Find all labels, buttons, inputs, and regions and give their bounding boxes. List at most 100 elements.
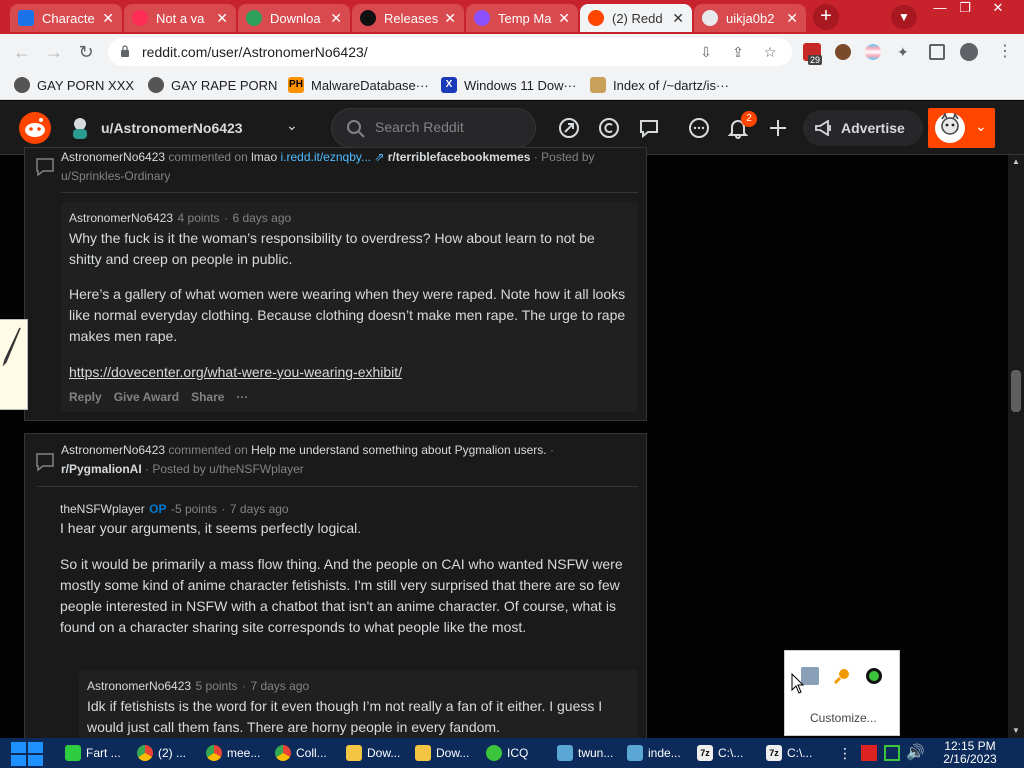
flag-tray-icon[interactable] [861, 745, 877, 761]
comment-card-1: AstronomerNo6423 commented on lmao i.red… [24, 147, 647, 421]
tab-characte[interactable]: Characte ✕ [10, 4, 122, 32]
share-button[interactable]: Share [191, 390, 224, 404]
taskbar-item-10[interactable]: 7z C:\... [697, 741, 763, 765]
chat-icon[interactable] [688, 117, 710, 139]
give-award-button[interactable]: Give Award [114, 390, 179, 404]
menu-kebab-icon[interactable]: ⋮ [997, 43, 1013, 61]
taskbar-item-3[interactable]: mee... [206, 741, 272, 765]
comment-link[interactable]: https://dovecenter.org/what-were-you-wea… [69, 362, 402, 383]
page-scrollbar[interactable]: ▲ ▼ [1008, 155, 1024, 738]
bookmark-1[interactable]: GAY PORN XXX [14, 77, 134, 93]
folder-icon [415, 745, 431, 761]
url-box[interactable]: reddit.com/user/AstronomerNo6423/ ⇩ ⇪ ☆ [108, 38, 792, 66]
close-icon[interactable]: ✕ [672, 10, 684, 27]
taskbar-item-7[interactable]: ICQ [486, 741, 552, 765]
tab-downloa[interactable]: Downloa ✕ [238, 4, 350, 32]
tab-search-button[interactable]: ▼ [891, 5, 917, 29]
comment-paragraph: Idk if fetishists is the word for it eve… [87, 698, 603, 735]
comment-paragraph: I hear your arguments, it seems perfectl… [60, 520, 362, 536]
taskbar-item-8[interactable]: twun... [557, 741, 623, 765]
taskbar-item-5[interactable]: Dow... [346, 741, 412, 765]
taskbar-item-11[interactable]: 7z C:\... [766, 741, 832, 765]
close-icon[interactable]: ✕ [216, 10, 228, 27]
chrome-icon [206, 745, 222, 761]
tab-releases[interactable]: Releases ✕ [352, 4, 464, 32]
bookmark-2[interactable]: GAY RAPE PORN [148, 77, 277, 93]
close-icon[interactable]: ✕ [330, 10, 342, 27]
tab-reddit[interactable]: (2) Redd ✕ [580, 4, 692, 32]
chevron-down-icon[interactable]: ⌄ [286, 117, 302, 137]
reddit-logo-icon[interactable] [19, 112, 51, 144]
close-icon[interactable]: ✕ [786, 10, 798, 27]
more-options-icon[interactable]: ··· [236, 390, 248, 404]
scroll-up-icon[interactable]: ▲ [1011, 157, 1021, 167]
bookmark-5[interactable]: Index of /~dartz/is··· [590, 77, 729, 93]
bookmark-icon [148, 77, 164, 93]
forward-icon[interactable]: → [44, 42, 64, 62]
tab-temp-ma[interactable]: Temp Ma ✕ [466, 4, 578, 32]
post-external-link[interactable]: i.redd.it/eznqby... [281, 150, 372, 164]
user-menu-button[interactable]: ⌄ [928, 108, 995, 148]
key-tray-icon[interactable] [833, 667, 851, 685]
taskbar-item-9[interactable]: inde... [627, 741, 693, 765]
bookmark-star-icon[interactable]: ☆ [762, 44, 778, 60]
posted-by-user[interactable]: u/Sprinkles-Ordinary [61, 169, 170, 183]
taskbar-item-6[interactable]: Dow... [415, 741, 481, 765]
url-text: reddit.com/user/AstronomerNo6423/ [142, 44, 368, 60]
community-dropdown-label[interactable]: u/AstronomerNo6423 [101, 120, 243, 136]
search-input[interactable] [375, 119, 525, 135]
extension-icon[interactable]: 29 [803, 43, 823, 65]
advertise-button[interactable]: Advertise [803, 110, 923, 146]
7zip-icon: 7z [766, 745, 782, 761]
windows-start-icon[interactable] [9, 741, 45, 767]
icq-tray-icon[interactable] [865, 667, 883, 685]
bookmark-icon [14, 77, 30, 93]
new-tab-button[interactable]: + [813, 4, 839, 30]
search-box[interactable] [331, 108, 536, 148]
extension-flag-icon[interactable] [865, 44, 881, 60]
restore-icon[interactable]: ❐ [950, 0, 980, 18]
search-icon [347, 120, 365, 138]
extension-avatar-icon[interactable] [835, 44, 851, 60]
globe-icon [246, 10, 262, 26]
comment-icon [36, 453, 54, 472]
comment-reply: AstronomerNo6423 4 points · 6 days ago W… [61, 202, 638, 412]
coins-icon[interactable] [598, 117, 620, 139]
puzzle-icon[interactable]: ✦ [897, 44, 913, 60]
divider [37, 486, 638, 487]
reload-icon[interactable]: ↻ [76, 42, 96, 62]
tab-uikja0b2[interactable]: uikja0b2 ✕ [694, 4, 806, 32]
notepad-window-edge[interactable] [0, 319, 28, 410]
taskbar-clock[interactable]: 12:15 PM 2/16/2023 [935, 740, 1005, 766]
taskbar-item-1[interactable]: Fart ... [65, 741, 131, 765]
scroll-down-icon[interactable]: ▼ [1011, 726, 1021, 736]
avatar [935, 112, 965, 143]
tray-overflow-icon[interactable]: ⋮ [838, 745, 852, 762]
reply-meta: theNSFWplayer OP -5 points · 7 days ago [60, 502, 289, 516]
profile-icon[interactable] [960, 43, 978, 61]
popular-icon[interactable] [558, 117, 580, 139]
close-window-icon[interactable]: ✕ [983, 0, 1013, 18]
close-icon[interactable]: ✕ [102, 10, 114, 27]
install-icon[interactable]: ⇩ [698, 44, 714, 60]
plus-icon[interactable] [767, 117, 789, 139]
bookmark-3[interactable]: PH MalwareDatabase··· [288, 77, 429, 93]
volume-icon[interactable]: 🔊 [906, 743, 925, 761]
megaphone-icon [815, 120, 831, 136]
bookmark-4[interactable]: X Windows 11 Dow··· [441, 77, 576, 93]
tab-not-a-va[interactable]: Not a va ✕ [124, 4, 236, 32]
scroll-thumb[interactable] [1011, 370, 1021, 412]
customize-link[interactable]: Customize... [810, 711, 877, 725]
reply-button[interactable]: Reply [69, 390, 102, 404]
close-icon[interactable]: ✕ [558, 10, 570, 27]
back-icon[interactable]: ← [12, 42, 32, 62]
notepad-icon [65, 745, 81, 761]
chat-bubble-icon[interactable] [638, 117, 660, 139]
taskbar-item-2[interactable]: (2) ... [137, 741, 203, 765]
taskbar-item-4[interactable]: Coll... [275, 741, 341, 765]
share-icon[interactable]: ⇪ [730, 44, 746, 60]
sidepanel-icon[interactable] [929, 44, 945, 60]
display-tray-icon[interactable] [884, 745, 900, 761]
close-icon[interactable]: ✕ [444, 10, 456, 27]
user-avatar-small [68, 115, 92, 139]
